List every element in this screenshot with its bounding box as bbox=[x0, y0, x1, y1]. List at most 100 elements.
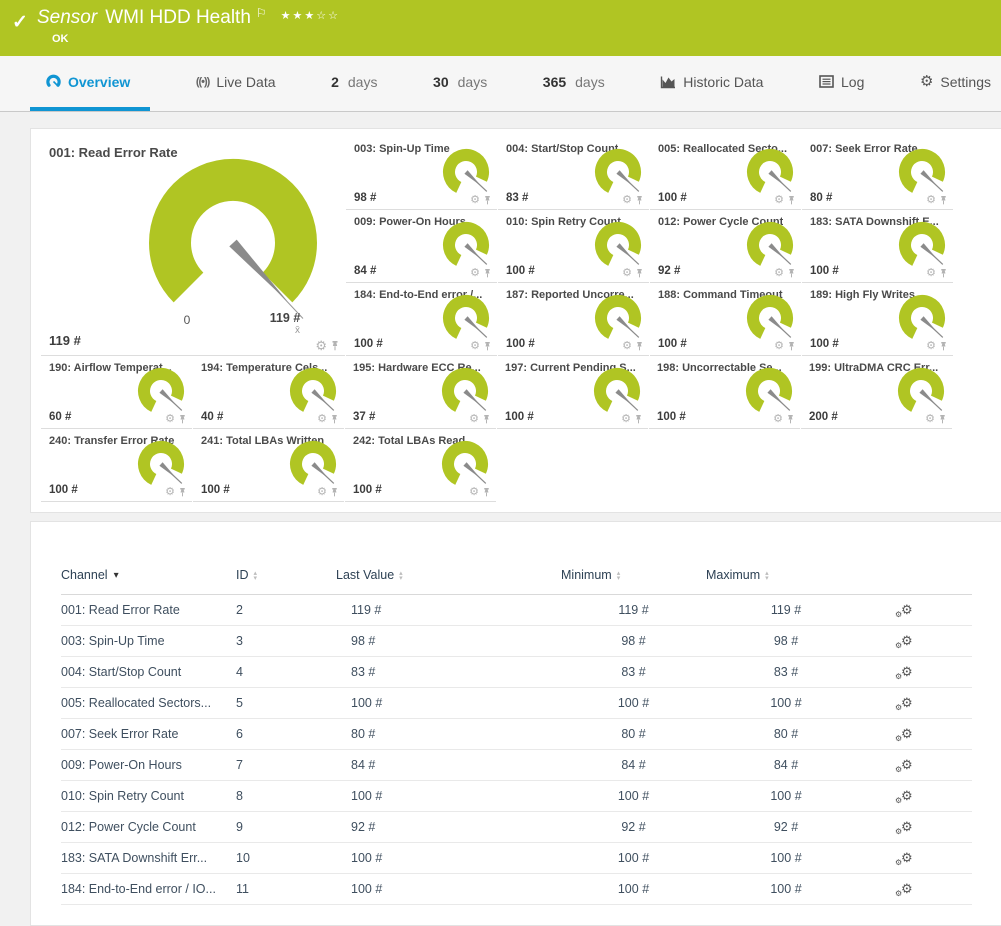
channel-settings-icon[interactable]: ⚙⚙ bbox=[896, 789, 913, 802]
gear-icon[interactable]: ⚙ bbox=[926, 341, 936, 352]
gauge-tile[interactable]: 005: Reallocated Secto... 100 # ⚙ bbox=[650, 137, 801, 210]
channel-settings-icon[interactable]: ⚙⚙ bbox=[896, 820, 913, 833]
gauge-tile[interactable]: 188: Command Timeout 100 # ⚙ bbox=[650, 283, 801, 356]
gear-icon[interactable]: ⚙ bbox=[469, 487, 479, 498]
gauge-tile[interactable]: 199: UltraDMA CRC Err... 200 # ⚙ bbox=[801, 356, 952, 429]
channel-name[interactable]: 183: SATA Downshift Err... bbox=[61, 843, 236, 874]
pin-icon[interactable] bbox=[330, 487, 339, 498]
tab-log[interactable]: Log bbox=[809, 56, 874, 111]
gauge-tile[interactable]: 009: Power-On Hours 84 # ⚙ bbox=[346, 210, 497, 283]
pin-icon[interactable] bbox=[786, 414, 795, 425]
pin-icon[interactable] bbox=[787, 268, 796, 279]
col-header-minimum[interactable]: Minimum▴▾ bbox=[561, 562, 706, 595]
pin-icon[interactable] bbox=[330, 414, 339, 425]
pin-icon[interactable] bbox=[483, 195, 492, 206]
tab-overview[interactable]: Overview bbox=[30, 56, 150, 111]
gear-icon[interactable]: ⚙ bbox=[622, 268, 632, 279]
pin-icon[interactable] bbox=[939, 341, 948, 352]
tab-historic-data[interactable]: Historic Data bbox=[650, 56, 773, 111]
gear-icon[interactable]: ⚙ bbox=[773, 414, 783, 425]
channel-name[interactable]: 010: Spin Retry Count bbox=[61, 781, 236, 812]
gear-icon[interactable]: ⚙ bbox=[621, 414, 631, 425]
pin-icon[interactable] bbox=[178, 414, 187, 425]
gauge-tile[interactable]: 190: Airflow Temperat... 60 # ⚙ bbox=[41, 356, 192, 429]
gear-icon[interactable]: ⚙ bbox=[926, 195, 936, 206]
channel-name[interactable]: 009: Power-On Hours bbox=[61, 750, 236, 781]
gauge-tile[interactable]: 012: Power Cycle Count 92 # ⚙ bbox=[650, 210, 801, 283]
channel-name[interactable]: 005: Reallocated Sectors... bbox=[61, 688, 236, 719]
gear-icon[interactable]: ⚙ bbox=[622, 341, 632, 352]
gauge-tile[interactable]: 183: SATA Downshift E... 100 # ⚙ bbox=[802, 210, 953, 283]
gear-icon[interactable]: ⚙ bbox=[774, 341, 784, 352]
gauge-tile[interactable]: 194: Temperature Cels... 40 # ⚙ bbox=[193, 356, 344, 429]
gauge-tile[interactable]: 242: Total LBAs Read 100 # ⚙ bbox=[345, 429, 496, 502]
tab-365-days[interactable]: 365 days bbox=[533, 56, 615, 111]
gear-icon[interactable]: ⚙ bbox=[470, 195, 480, 206]
pin-icon[interactable] bbox=[635, 268, 644, 279]
col-header-id[interactable]: ID▴▾ bbox=[236, 562, 336, 595]
gear-icon[interactable]: ⚙ bbox=[315, 339, 327, 352]
tab-settings[interactable]: ⚙ Settings bbox=[910, 56, 1001, 111]
channel-name[interactable]: 184: End-to-End error / IO... bbox=[61, 874, 236, 905]
channel-settings-icon[interactable]: ⚙⚙ bbox=[896, 758, 913, 771]
gauge-tile[interactable]: 197: Current Pending S... 100 # ⚙ bbox=[497, 356, 648, 429]
pin-icon[interactable] bbox=[635, 341, 644, 352]
gauge-tile[interactable]: 198: Uncorrectable Se... 100 # ⚙ bbox=[649, 356, 800, 429]
channel-settings-icon[interactable]: ⚙⚙ bbox=[896, 603, 913, 616]
channel-name[interactable]: 001: Read Error Rate bbox=[61, 595, 236, 626]
pin-icon[interactable] bbox=[483, 341, 492, 352]
gear-icon[interactable]: ⚙ bbox=[774, 195, 784, 206]
flag-icon[interactable]: ⚐ bbox=[256, 6, 267, 20]
gear-icon[interactable]: ⚙ bbox=[469, 414, 479, 425]
gear-icon[interactable]: ⚙ bbox=[774, 268, 784, 279]
gear-icon[interactable]: ⚙ bbox=[165, 487, 175, 498]
channel-name[interactable]: 007: Seek Error Rate bbox=[61, 719, 236, 750]
gauge-tile[interactable]: 003: Spin-Up Time 98 # ⚙ bbox=[346, 137, 497, 210]
gear-icon[interactable]: ⚙ bbox=[317, 487, 327, 498]
main-gauge-tile[interactable]: 001: Read Error Rate x̄ 0 119 # 119 # ⚙ bbox=[41, 137, 345, 356]
gear-icon[interactable]: ⚙ bbox=[165, 414, 175, 425]
gear-icon[interactable]: ⚙ bbox=[622, 195, 632, 206]
gauge-tile[interactable]: 240: Transfer Error Rate 100 # ⚙ bbox=[41, 429, 192, 502]
tab-2-days[interactable]: 2 days bbox=[321, 56, 387, 111]
pin-icon[interactable] bbox=[939, 195, 948, 206]
channel-settings-icon[interactable]: ⚙⚙ bbox=[896, 851, 913, 864]
pin-icon[interactable] bbox=[787, 195, 796, 206]
gear-icon[interactable]: ⚙ bbox=[317, 414, 327, 425]
gauge-tile[interactable]: 004: Start/Stop Count 83 # ⚙ bbox=[498, 137, 649, 210]
gear-icon[interactable]: ⚙ bbox=[470, 268, 480, 279]
gear-icon[interactable]: ⚙ bbox=[925, 414, 935, 425]
tab-30-days[interactable]: 30 days bbox=[423, 56, 497, 111]
pin-icon[interactable] bbox=[938, 414, 947, 425]
gauge-tile[interactable]: 010: Spin Retry Count 100 # ⚙ bbox=[498, 210, 649, 283]
gear-icon[interactable]: ⚙ bbox=[470, 341, 480, 352]
channel-settings-icon[interactable]: ⚙⚙ bbox=[896, 634, 913, 647]
channel-settings-icon[interactable]: ⚙⚙ bbox=[896, 665, 913, 678]
pin-icon[interactable] bbox=[178, 487, 187, 498]
col-header-maximum[interactable]: Maximum▴▾ bbox=[706, 562, 866, 595]
col-header-channel[interactable]: Channel▾ bbox=[61, 562, 236, 595]
pin-icon[interactable] bbox=[330, 340, 340, 352]
tab-live-data[interactable]: ((•)) Live Data bbox=[186, 56, 286, 111]
pin-icon[interactable] bbox=[483, 268, 492, 279]
pin-icon[interactable] bbox=[482, 487, 491, 498]
pin-icon[interactable] bbox=[482, 414, 491, 425]
pin-icon[interactable] bbox=[634, 414, 643, 425]
channel-name[interactable]: 012: Power Cycle Count bbox=[61, 812, 236, 843]
channel-settings-icon[interactable]: ⚙⚙ bbox=[896, 696, 913, 709]
priority-stars[interactable]: ★★★☆☆ bbox=[281, 9, 340, 22]
gauge-tile[interactable]: 195: Hardware ECC Re... 37 # ⚙ bbox=[345, 356, 496, 429]
gauge-tile[interactable]: 184: End-to-End error /... 100 # ⚙ bbox=[346, 283, 497, 356]
gear-icon[interactable]: ⚙ bbox=[926, 268, 936, 279]
gauge-tile[interactable]: 241: Total LBAs Written 100 # ⚙ bbox=[193, 429, 344, 502]
pin-icon[interactable] bbox=[787, 341, 796, 352]
channel-name[interactable]: 003: Spin-Up Time bbox=[61, 626, 236, 657]
channel-settings-icon[interactable]: ⚙⚙ bbox=[896, 727, 913, 740]
col-header-last-value[interactable]: Last Value▴▾ bbox=[336, 562, 561, 595]
gauge-tile[interactable]: 187: Reported Uncorre... 100 # ⚙ bbox=[498, 283, 649, 356]
pin-icon[interactable] bbox=[939, 268, 948, 279]
pin-icon[interactable] bbox=[635, 195, 644, 206]
gauge-tile[interactable]: 189: High Fly Writes 100 # ⚙ bbox=[802, 283, 953, 356]
channel-name[interactable]: 004: Start/Stop Count bbox=[61, 657, 236, 688]
gauge-tile[interactable]: 007: Seek Error Rate 80 # ⚙ bbox=[802, 137, 953, 210]
